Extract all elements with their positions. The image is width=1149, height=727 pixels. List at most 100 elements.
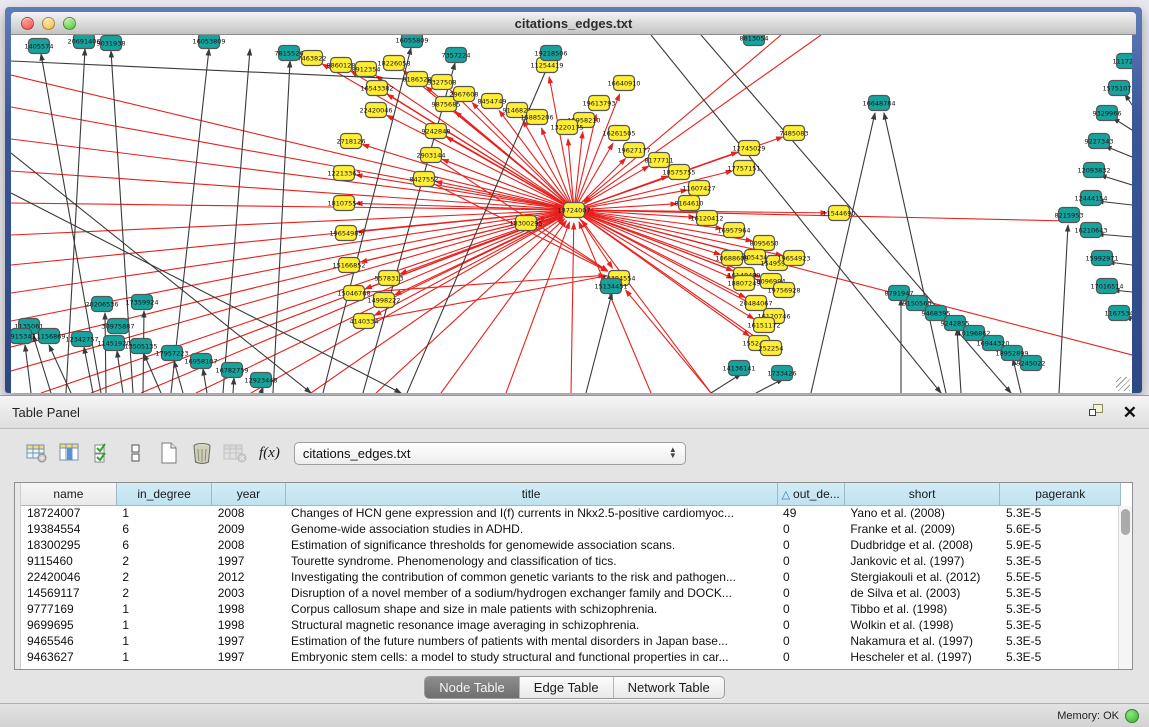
table-row[interactable]: 1456911722003Disruption of a novel membe… — [21, 585, 1121, 601]
graph-node[interactable] — [344, 286, 365, 301]
graph-node[interactable] — [983, 336, 1004, 351]
graph-node[interactable] — [734, 161, 755, 176]
black-edge[interactable] — [174, 361, 183, 393]
graph-node[interactable] — [754, 318, 775, 333]
graph-node[interactable] — [414, 172, 435, 187]
table-settings-icon[interactable] — [22, 439, 52, 467]
graph-node[interactable] — [222, 363, 243, 378]
table-row[interactable]: 1830029562008Estimation of significance … — [21, 537, 1121, 553]
table-cell[interactable]: 5.3E-5 — [1000, 617, 1121, 633]
red-edge[interactable] — [11, 211, 561, 235]
graph-node[interactable] — [609, 126, 630, 141]
graph-node[interactable] — [945, 316, 966, 331]
table-cell[interactable]: Changes of HCN gene expression and I(f) … — [285, 505, 777, 521]
graph-node[interactable] — [729, 361, 750, 376]
column-header-in_degree[interactable]: in_degree — [116, 483, 211, 505]
black-edge[interactable] — [1105, 146, 1132, 157]
table-cell[interactable]: Wolkin et al. (1998) — [844, 617, 1000, 633]
graph-node[interactable] — [649, 153, 670, 168]
table-cell[interactable]: 0 — [777, 649, 844, 665]
red-edge[interactable] — [568, 139, 574, 210]
table-cell[interactable]: Franke et al. (2009) — [844, 521, 1000, 537]
table-cell[interactable]: 1 — [116, 633, 211, 649]
graph-node[interactable] — [527, 110, 548, 125]
graph-node[interactable] — [722, 251, 743, 266]
column-header-title[interactable]: title — [285, 483, 777, 505]
graph-node[interactable] — [1109, 81, 1130, 96]
table-cell[interactable]: Estimation of the future numbers of pati… — [285, 633, 777, 649]
black-edge[interactable] — [144, 354, 161, 393]
table-cell[interactable]: Nakamura et al. (1997) — [844, 633, 1000, 649]
graph-node[interactable] — [446, 48, 467, 63]
graph-node[interactable] — [331, 58, 352, 73]
table-cell[interactable]: 2 — [116, 553, 211, 569]
graph-node[interactable] — [784, 126, 805, 141]
graph-node[interactable] — [131, 339, 152, 354]
black-edge[interactable] — [1097, 201, 1132, 205]
graph-node[interactable] — [108, 319, 129, 334]
column-visibility-icon[interactable] — [55, 439, 85, 467]
graph-node[interactable] — [302, 51, 323, 66]
table-cell[interactable]: 0 — [777, 601, 844, 617]
red-edge[interactable] — [541, 128, 574, 210]
graph-node[interactable] — [1002, 346, 1023, 361]
table-cell[interactable]: 9699695 — [21, 617, 116, 633]
graph-node[interactable] — [1081, 223, 1102, 238]
table-cell[interactable]: Tibbo et al. (1998) — [844, 601, 1000, 617]
table-cell[interactable]: Structural magnetic resonance image aver… — [285, 617, 777, 633]
graph-node[interactable] — [614, 76, 635, 91]
table-select-dropdown[interactable]: citations_edges.txt ▲▼ — [294, 442, 686, 465]
graph-node[interactable] — [341, 134, 362, 149]
graph-node[interactable] — [334, 196, 355, 211]
table-cell[interactable]: 18724007 — [21, 505, 116, 521]
close-panel-icon[interactable]: ✕ — [1123, 404, 1137, 421]
network-graph[interactable]: 1125441916640910196137931595821013220175… — [11, 35, 1132, 393]
tab-node-table[interactable]: Node Table — [425, 677, 520, 698]
table-cell[interactable]: de Silva et al. (2003) — [844, 585, 1000, 601]
graph-node[interactable] — [251, 373, 272, 388]
graph-node[interactable] — [926, 306, 947, 321]
table-cell[interactable]: 2 — [116, 569, 211, 585]
graph-node[interactable] — [74, 35, 95, 49]
graph-node[interactable] — [744, 35, 765, 46]
graph-node[interactable] — [739, 141, 760, 156]
red-edge[interactable] — [441, 221, 566, 393]
black-edge[interactable] — [105, 313, 106, 393]
graph-node[interactable] — [339, 258, 360, 273]
red-edge[interactable] — [364, 276, 607, 321]
column-header-pagerank[interactable]: pagerank — [1000, 483, 1121, 505]
graph-node[interactable] — [72, 332, 93, 347]
graph-node[interactable] — [367, 81, 388, 96]
table-cell[interactable]: 1 — [116, 649, 211, 665]
table-row[interactable]: 2242004622012Investigating the contribut… — [21, 569, 1121, 585]
resize-grip-icon[interactable] — [1116, 377, 1130, 391]
graph-node[interactable] — [784, 251, 805, 266]
graph-node[interactable] — [132, 295, 153, 310]
black-edge[interactable] — [884, 113, 946, 393]
table-cell[interactable]: 2008 — [212, 505, 285, 521]
black-edge[interactable] — [586, 293, 612, 393]
table-cell[interactable]: 19384554 — [21, 521, 116, 537]
table-cell[interactable]: 18300295 — [21, 537, 116, 553]
table-cell[interactable]: 0 — [777, 585, 844, 601]
table-cell[interactable]: 0 — [777, 553, 844, 569]
graph-node[interactable] — [734, 276, 755, 291]
graph-node[interactable] — [746, 296, 767, 311]
table-cell[interactable]: 5.6E-5 — [1000, 521, 1121, 537]
table-cell[interactable]: Embryonic stem cells: a model to study s… — [285, 649, 777, 665]
table-cell[interactable]: 49 — [777, 505, 844, 521]
black-edge[interactable] — [233, 378, 234, 393]
table-cell[interactable]: Genome-wide association studies in ADHD. — [285, 521, 777, 537]
table-cell[interactable]: Yano et al. (2008) — [844, 505, 1000, 521]
table-cell[interactable]: 14569117 — [21, 585, 116, 601]
graph-node[interactable] — [601, 279, 622, 294]
graph-node[interactable] — [379, 271, 400, 286]
graph-node[interactable] — [1092, 251, 1113, 266]
graph-node[interactable] — [907, 296, 928, 311]
graph-node[interactable] — [689, 181, 710, 196]
scrollbar-thumb[interactable] — [1121, 509, 1130, 535]
table-cell[interactable]: 1998 — [212, 617, 285, 633]
graph-node[interactable] — [869, 96, 890, 111]
graph-node[interactable] — [1097, 106, 1118, 121]
table-cell[interactable]: 0 — [777, 521, 844, 537]
